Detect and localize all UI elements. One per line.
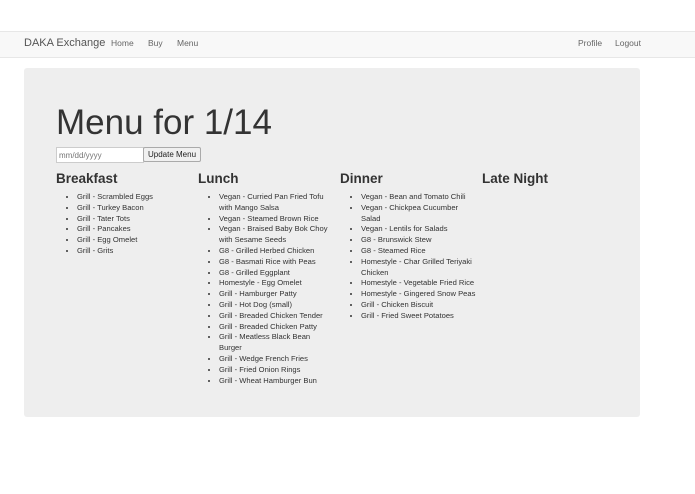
menu-item: Vegan - Braised Baby Bok Choy with Sesam… — [219, 224, 334, 246]
brand-link[interactable]: DAKA Exchange — [24, 37, 105, 49]
menu-item: Vegan - Curried Pan Fried Tofu with Mang… — [219, 192, 334, 214]
menu-panel: Menu for 1/14 Update Menu Breakfast Gril… — [24, 68, 640, 417]
meal-item-list: Grill - Scrambled EggsGrill - Turkey Bac… — [56, 192, 192, 257]
meal-column-late-night: Late Night — [482, 170, 618, 192]
menu-item: Grill - Breaded Chicken Tender — [219, 311, 334, 322]
nav-logout-link[interactable]: Logout — [615, 38, 641, 48]
meal-heading: Dinner — [340, 171, 383, 186]
menu-item: Vegan - Bean and Tomato Chili — [361, 192, 476, 203]
nav-home-link[interactable]: Home — [111, 38, 134, 48]
menu-item: Vegan - Steamed Brown Rice — [219, 214, 334, 225]
menu-item: Vegan - Lentils for Salads — [361, 224, 476, 235]
meal-column-lunch: Lunch Vegan - Curried Pan Fried Tofu wit… — [198, 170, 334, 386]
menu-item: Vegan - Chickpea Cucumber Salad — [361, 203, 476, 225]
menu-item: Grill - Scrambled Eggs — [77, 192, 192, 203]
menu-item: Homestyle - Vegetable Fried Rice — [361, 278, 476, 289]
menu-item: Grill - Turkey Bacon — [77, 203, 192, 214]
menu-item: Grill - Chicken Biscuit — [361, 300, 476, 311]
update-menu-button[interactable]: Update Menu — [143, 147, 202, 162]
nav-menu-link[interactable]: Menu — [177, 38, 198, 48]
meal-heading: Late Night — [482, 171, 548, 186]
menu-item: G8 - Grilled Eggplant — [219, 268, 334, 279]
menu-item: Grill - Wheat Hamburger Bun — [219, 376, 334, 387]
menu-item: Grill - Egg Omelet — [77, 235, 192, 246]
page-title: Menu for 1/14 — [56, 103, 272, 142]
meal-item-list: Vegan - Curried Pan Fried Tofu with Mang… — [198, 192, 334, 386]
meal-column-breakfast: Breakfast Grill - Scrambled EggsGrill - … — [56, 170, 192, 257]
menu-item: G8 - Steamed Rice — [361, 246, 476, 257]
menu-item: Homestyle - Gingered Snow Peas — [361, 289, 476, 300]
menu-item: Homestyle - Egg Omelet — [219, 278, 334, 289]
meal-column-dinner: Dinner Vegan - Bean and Tomato ChiliVega… — [340, 170, 476, 322]
menu-item: Grill - Grits — [77, 246, 192, 257]
menu-item: G8 - Brunswick Stew — [361, 235, 476, 246]
menu-item: G8 - Grilled Herbed Chicken — [219, 246, 334, 257]
menu-item: Grill - Meatless Black Bean Burger — [219, 332, 334, 354]
menu-item: Grill - Tater Tots — [77, 214, 192, 225]
navbar: DAKA Exchange Home Buy Menu Profile Logo… — [0, 31, 695, 58]
date-input[interactable] — [56, 147, 144, 163]
menu-item: Grill - Hamburger Patty — [219, 289, 334, 300]
menu-item: Grill - Fried Onion Rings — [219, 365, 334, 376]
menu-item: G8 - Basmati Rice with Peas — [219, 257, 334, 268]
meal-heading: Lunch — [198, 171, 239, 186]
menu-item: Grill - Fried Sweet Potatoes — [361, 311, 476, 322]
menu-item: Grill - Breaded Chicken Patty — [219, 322, 334, 333]
nav-buy-link[interactable]: Buy — [148, 38, 163, 48]
meal-item-list: Vegan - Bean and Tomato ChiliVegan - Chi… — [340, 192, 476, 322]
menu-item: Grill - Pancakes — [77, 224, 192, 235]
meal-heading: Breakfast — [56, 171, 118, 186]
menu-item: Homestyle - Char Grilled Teriyaki Chicke… — [361, 257, 476, 279]
menu-item: Grill - Hot Dog (small) — [219, 300, 334, 311]
nav-profile-link[interactable]: Profile — [578, 38, 602, 48]
menu-item: Grill - Wedge French Fries — [219, 354, 334, 365]
